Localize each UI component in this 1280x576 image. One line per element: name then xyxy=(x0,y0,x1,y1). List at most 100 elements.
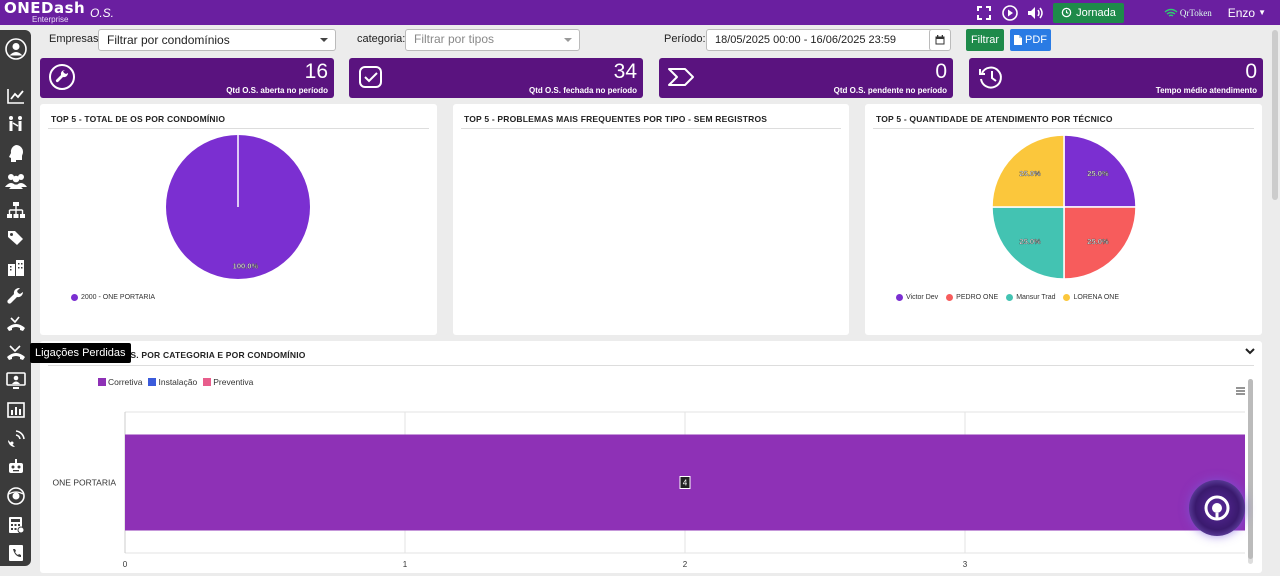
chart-icon[interactable] xyxy=(4,85,27,107)
bar-report-icon[interactable] xyxy=(4,399,27,421)
pie-chart-tecnico: 25.0% 25.0% 25.0% 25.0% xyxy=(991,134,1137,280)
sidebar xyxy=(0,30,31,566)
pie-data-label: 25.0% xyxy=(1087,237,1109,246)
pie-data-label: 25.0% xyxy=(1087,169,1109,178)
bar-chart-categoria: 0 1 2 3 ONE PORTARIA 4 xyxy=(53,411,1245,569)
wrench-icon[interactable] xyxy=(4,285,27,307)
org-chart-icon[interactable] xyxy=(4,199,27,221)
panel-title: TOP 5 - PROBLEMAS MAIS FREQUENTES POR TI… xyxy=(464,114,768,124)
chevron-down-icon: ▼ xyxy=(1258,8,1266,17)
logo-sub-text: Enterprise xyxy=(32,15,69,24)
kpi-value: 0 xyxy=(1245,60,1257,83)
chart-scrollbar[interactable] xyxy=(1248,379,1253,564)
assistant-icon xyxy=(1204,495,1230,521)
periodo-label: Período: xyxy=(664,33,706,45)
periodo-input[interactable]: 18/05/2025 00:00 - 16/06/2025 23:59 xyxy=(706,29,950,51)
qrtoken-label: QrToken xyxy=(1179,7,1212,18)
categoria-placeholder: Filtrar por tipos xyxy=(414,32,495,46)
fullscreen-icon[interactable] xyxy=(974,3,994,23)
kpi-label: Qtd O.S. pendente no período xyxy=(833,86,947,95)
legend-item[interactable]: 2000 - ONE PORTARIA xyxy=(71,294,155,301)
page-title: O.S. xyxy=(90,5,115,20)
pie-data-label: 100.0% xyxy=(233,262,259,271)
empresas-value: Filtrar por condomínios xyxy=(107,33,230,47)
legend-item[interactable]: Mansur Trad xyxy=(1006,294,1055,301)
x-tick-label: 1 xyxy=(403,560,408,569)
panel-title: TOP 5 - TOTAL DE OS POR CONDOMÍNIO xyxy=(51,114,226,124)
empresas-select[interactable]: Filtrar por condomínios xyxy=(98,29,336,51)
kpi-card-fechada: 34 Qtd O.S. fechada no período xyxy=(349,58,643,98)
history-icon xyxy=(1061,7,1072,18)
bar-data-label: 4 xyxy=(683,479,688,488)
x-tick-label: 3 xyxy=(963,560,968,569)
x-tick-label: 0 xyxy=(123,560,128,569)
caret-down-icon xyxy=(564,38,572,42)
kpi-label: Qtd O.S. fechada no período xyxy=(528,86,637,95)
kpi-value: 16 xyxy=(304,60,328,83)
satellite-icon[interactable] xyxy=(4,428,27,450)
legend-label: LORENA ONE xyxy=(1073,294,1119,301)
robot-icon[interactable] xyxy=(4,456,27,478)
kpi-value: 34 xyxy=(613,60,637,83)
call-forward-icon[interactable] xyxy=(4,313,27,335)
top-bar: ONEDash Enterprise O.S. Jornada QrToken … xyxy=(0,0,1280,25)
calendar-button[interactable] xyxy=(929,29,951,51)
legend-label: PEDRO ONE xyxy=(956,294,999,301)
wifi-icon xyxy=(1164,8,1178,17)
divider xyxy=(48,128,429,129)
categoria-label: categoria: xyxy=(357,33,406,45)
people-line-icon[interactable] xyxy=(4,113,27,135)
legend-swatch xyxy=(1063,294,1071,301)
assistant-fab[interactable] xyxy=(1189,480,1245,536)
legend-swatch xyxy=(1006,294,1014,301)
pdf-button[interactable]: PDF xyxy=(1010,29,1051,51)
panel-os-por-categoria: O.S. POR CATEGORIA E POR CONDOMÍNIO Corr… xyxy=(40,341,1262,573)
file-pdf-icon xyxy=(1014,35,1022,45)
call-missed-icon[interactable] xyxy=(4,342,27,364)
calculator-icon[interactable] xyxy=(4,514,27,536)
globe-icon[interactable] xyxy=(4,485,27,507)
head-icon[interactable] xyxy=(4,142,27,164)
legend-label: Victor Dev xyxy=(906,294,939,301)
group-icon[interactable] xyxy=(4,170,27,192)
user-name: Enzo xyxy=(1227,5,1256,20)
pie-data-label: 25.0% xyxy=(1019,169,1041,178)
monitor-user-icon[interactable] xyxy=(4,370,27,392)
legend-swatch xyxy=(71,294,78,301)
building-icon[interactable] xyxy=(4,256,27,278)
jornada-button[interactable]: Jornada xyxy=(1053,2,1124,23)
legend-item[interactable]: LORENA ONE xyxy=(1063,294,1119,301)
divider xyxy=(461,128,841,129)
filtrar-button[interactable]: Filtrar xyxy=(966,29,1004,51)
volume-icon[interactable] xyxy=(1026,3,1046,23)
user-menu[interactable]: Enzo ▼ xyxy=(1228,6,1266,20)
jornada-label: Jornada xyxy=(1076,6,1116,19)
legend-item[interactable]: Victor Dev xyxy=(896,294,938,301)
categoria-select[interactable]: Filtrar por tipos xyxy=(405,29,580,51)
wrench-circle-icon xyxy=(49,64,75,90)
user-avatar-icon[interactable] xyxy=(4,38,27,60)
panel-atendimento-tecnico: TOP 5 - QUANTIDADE DE ATENDIMENTO POR TÉ… xyxy=(865,104,1262,335)
qrtoken-link[interactable]: QrToken xyxy=(1164,8,1212,18)
calendar-icon xyxy=(935,35,945,45)
phone-book-icon[interactable] xyxy=(4,542,27,564)
empresas-label: Empresas: xyxy=(49,33,102,45)
chevron-tag-icon xyxy=(668,68,694,86)
legend: Victor Dev PEDRO ONE Mansur Trad LORENA … xyxy=(896,294,1119,301)
pie-data-label: 25.0% xyxy=(1019,237,1041,246)
legend-item[interactable]: PEDRO ONE xyxy=(946,294,998,301)
scrollbar-thumb[interactable] xyxy=(1248,379,1253,559)
play-icon[interactable] xyxy=(1000,3,1020,23)
page-scrollbar[interactable] xyxy=(1272,30,1278,200)
legend-label: Mansur Trad xyxy=(1016,294,1056,301)
panel-problemas-frequentes: TOP 5 - PROBLEMAS MAIS FREQUENTES POR TI… xyxy=(453,104,849,335)
pdf-label: PDF xyxy=(1025,34,1047,46)
x-tick-label: 2 xyxy=(683,560,688,569)
tag-icon[interactable] xyxy=(4,227,27,249)
app-logo[interactable]: ONEDash Enterprise xyxy=(0,0,85,25)
legend-label: 2000 - ONE PORTARIA xyxy=(81,294,156,301)
legend-swatch xyxy=(896,294,903,301)
panel-os-por-condominio: TOP 5 - TOTAL DE OS POR CONDOMÍNIO 100.0… xyxy=(40,104,437,335)
kpi-card-tempo-medio: 0 Tempo médio atendimento xyxy=(969,58,1263,98)
kpi-value: 0 xyxy=(935,60,947,83)
